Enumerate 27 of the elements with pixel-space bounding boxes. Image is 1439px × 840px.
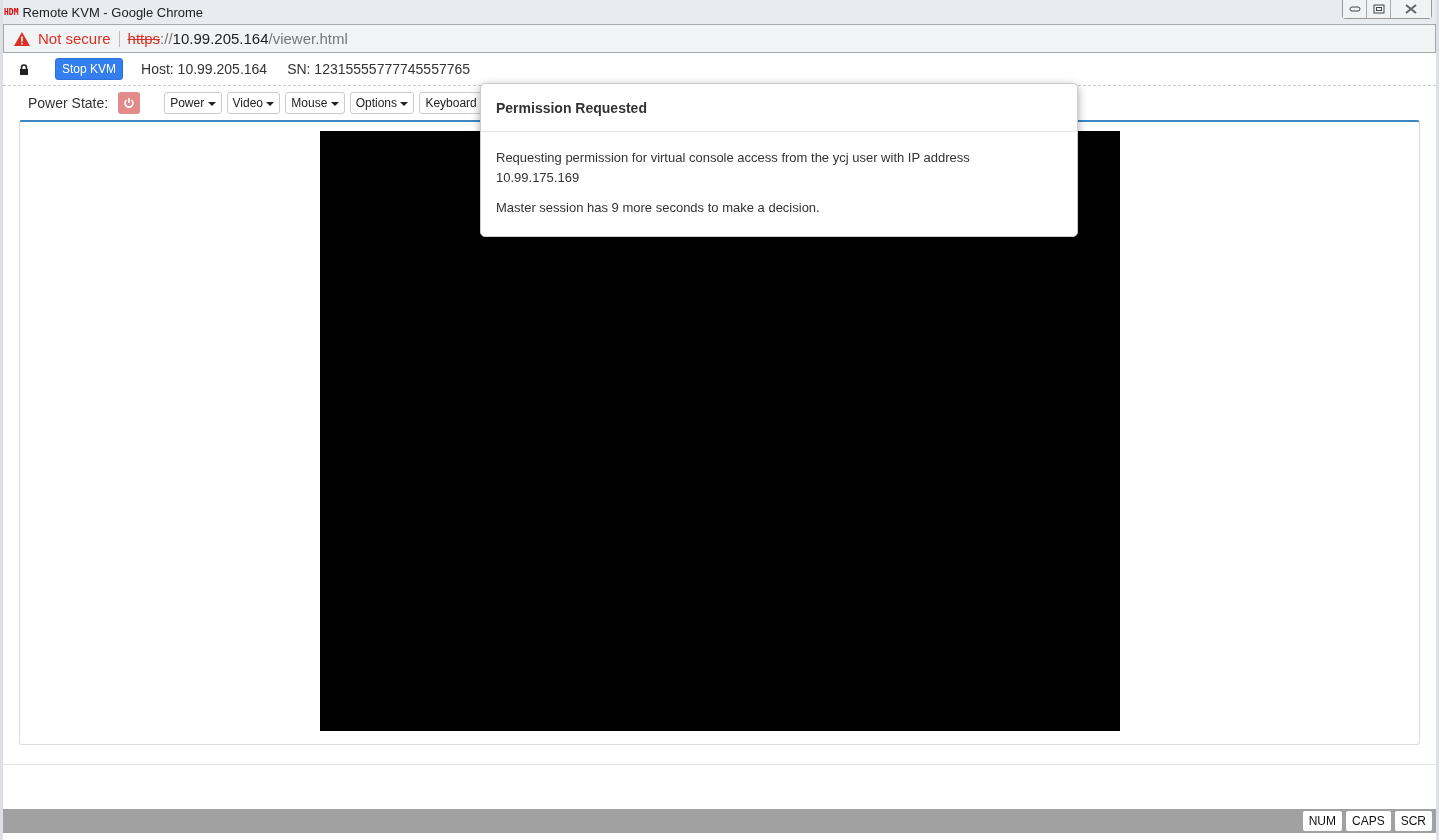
menu-dropdown[interactable]: Power [164, 92, 222, 114]
menu-dropdown[interactable]: Mouse [285, 92, 345, 114]
close-button[interactable] [1391, 0, 1431, 18]
dialog-message: Master session has 9 more seconds to make a decision. [496, 199, 821, 217]
maximize-button[interactable] [1367, 0, 1391, 18]
minimize-icon [1348, 6, 1361, 12]
app-logo: HDM [4, 7, 19, 17]
warning-icon [14, 31, 30, 46]
key-indicator: SCR [1394, 811, 1432, 831]
menu-dropdown[interactable]: Options [349, 92, 415, 114]
power-icon[interactable] [118, 92, 141, 114]
serial-number-text: SN: 12315555777745557765 [287, 61, 471, 77]
close-icon [1404, 4, 1418, 14]
dialog-title: Permission Requested [481, 84, 1077, 132]
lock-icon [19, 63, 29, 75]
url-text[interactable]: https://10.99.205.164/viewer.html [127, 30, 348, 47]
stop-kvm-button[interactable]: Stop KVM [55, 58, 124, 80]
security-label[interactable]: Not secure [38, 30, 111, 47]
host-text: Host: 10.99.205.164 [141, 61, 268, 77]
key-indicator: NUM [1302, 811, 1342, 831]
power-state-label: Power State: [28, 95, 109, 111]
key-indicator: CAPS [1345, 811, 1391, 831]
dialog-message: Requesting permission for virtual console access from the ycj user with IP address 10.99.175.169 [496, 149, 971, 187]
menu-dropdown[interactable]: Video [226, 92, 281, 114]
minimize-button[interactable] [1343, 0, 1367, 18]
maximize-icon [1372, 4, 1385, 14]
window-title: Remote KVM - Google Chrome [22, 4, 204, 20]
